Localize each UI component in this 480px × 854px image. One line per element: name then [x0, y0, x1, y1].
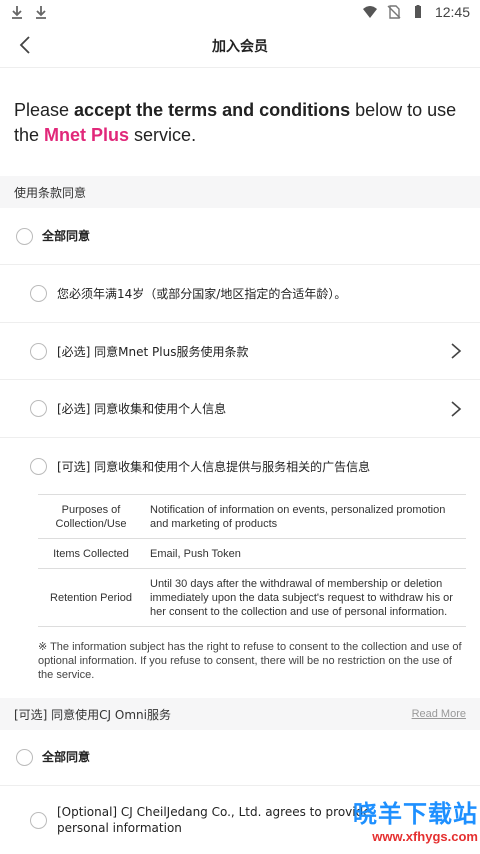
term-service-radio[interactable]	[30, 343, 47, 360]
page-title: 加入会员	[212, 39, 268, 55]
term-item-age[interactable]: 您必须年满14岁（或部分国家/地区指定的合适年龄）。	[0, 265, 480, 323]
table-key: Purposes of Collection/Use	[38, 494, 144, 539]
term-marketing-label: [可选] 同意收集和使用个人信息提供与服务相关的广告信息	[57, 460, 371, 474]
marketing-info-table: Purposes of Collection/Use Notification …	[38, 494, 466, 627]
terms-section-title: 使用条款同意	[14, 186, 87, 200]
terms-agree-all-radio[interactable]	[16, 228, 33, 245]
term-item-service[interactable]: [必选] 同意Mnet Plus服务使用条款	[0, 323, 480, 380]
table-value: Notification of information on events, p…	[144, 494, 466, 539]
status-time: 12:45	[434, 4, 470, 20]
watermark-url: www.xfhygs.com	[372, 829, 478, 844]
cj-agree-all-label: 全部同意	[42, 750, 91, 764]
table-key: Retention Period	[38, 568, 144, 627]
table-key: Items Collected	[38, 538, 144, 569]
no-sim-icon	[387, 5, 401, 19]
term-item-marketing[interactable]: [可选] 同意收集和使用个人信息提供与服务相关的广告信息	[0, 438, 480, 494]
term-age-label: 您必须年满14岁（或部分国家/地区指定的合适年龄）。	[57, 287, 347, 301]
table-row: Retention Period Until 30 days after the…	[38, 568, 466, 627]
table-row: Purposes of Collection/Use Notification …	[38, 494, 466, 539]
intro-text: Please accept the terms and conditions b…	[14, 98, 469, 148]
wifi-icon	[362, 6, 377, 18]
cj-section-title: [可选] 同意使用CJ Omni服务	[14, 708, 171, 722]
terms-section-header: 使用条款同意	[0, 176, 480, 208]
watermark-title: 晓羊下载站	[353, 800, 478, 828]
terms-agree-all-label: 全部同意	[42, 229, 91, 243]
status-bar: 12:45	[0, 0, 480, 24]
cj-agree-all-radio[interactable]	[16, 749, 33, 766]
table-value: Until 30 days after the withdrawal of me…	[144, 568, 466, 627]
term-personal-info-label: [必选] 同意收集和使用个人信息	[57, 402, 227, 416]
term-item-personal-info[interactable]: [必选] 同意收集和使用个人信息	[0, 380, 480, 438]
intro-part-4: service.	[129, 125, 197, 145]
brand-name: Mnet Plus	[44, 125, 130, 145]
watermark: 晓羊下载站 www.xfhygs.com	[328, 794, 478, 850]
status-left-icons	[10, 5, 48, 19]
download-icon	[12, 6, 22, 19]
cj-item-radio[interactable]	[30, 812, 47, 829]
term-marketing-radio[interactable]	[30, 458, 47, 475]
intro-part-2: accept the terms and conditions	[74, 100, 351, 120]
term-service-label: [必选] 同意Mnet Plus服务使用条款	[57, 345, 249, 359]
term-age-radio[interactable]	[30, 285, 47, 302]
app-header: 加入会员	[0, 24, 480, 68]
battery-icon	[414, 5, 421, 18]
cj-agree-all-row[interactable]: 全部同意	[0, 730, 480, 786]
table-row: Items Collected Email, Push Token	[38, 538, 466, 569]
consent-note: ※ The information subject has the right …	[38, 641, 462, 681]
table-value: Email, Push Token	[144, 538, 466, 569]
download-icon	[36, 6, 46, 19]
chevron-right-icon[interactable]	[450, 400, 462, 418]
read-more-link[interactable]: Read More	[412, 708, 466, 720]
intro-part-1: Please	[14, 100, 75, 120]
cj-section-header: [可选] 同意使用CJ Omni服务 Read More	[0, 698, 480, 730]
chevron-right-icon[interactable]	[450, 342, 462, 360]
status-right-icons: 12:45	[362, 4, 470, 20]
term-personal-info-radio[interactable]	[30, 400, 47, 417]
terms-agree-all-row[interactable]: 全部同意	[0, 208, 480, 265]
